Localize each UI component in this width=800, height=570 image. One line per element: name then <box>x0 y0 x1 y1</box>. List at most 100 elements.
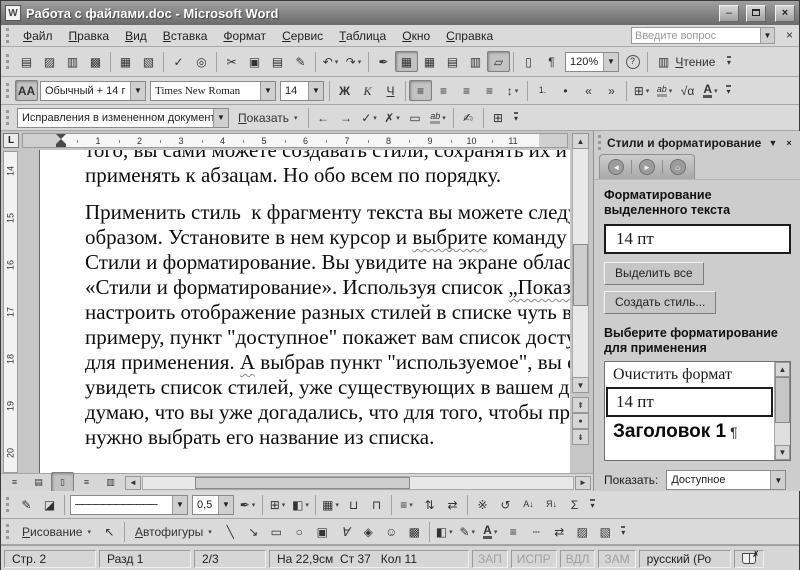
menu-window[interactable]: Окно <box>394 27 438 45</box>
styles-and-formatting-icon[interactable]: АА <box>15 80 38 101</box>
menu-format[interactable]: Формат <box>215 27 274 45</box>
redo-icon[interactable]: ↷▾ <box>342 51 365 72</box>
arrow-style-icon[interactable]: ⇄ <box>548 521 571 542</box>
save-icon[interactable]: ▥ <box>61 51 84 72</box>
next-page-icon[interactable]: ⇟ <box>572 429 589 445</box>
insert-table-icon[interactable]: ▦▾ <box>319 494 342 515</box>
cut-icon[interactable]: ✂ <box>220 51 243 72</box>
task-pane-menu-icon[interactable]: ▼ <box>765 135 781 150</box>
task-pane-close-icon[interactable]: × <box>781 135 797 150</box>
highlight-icon[interactable]: ab▾ <box>427 107 450 128</box>
undo-icon[interactable]: ↶▾ <box>319 51 342 72</box>
tables-and-borders-icon[interactable]: ▦ <box>395 51 418 72</box>
font-combo[interactable]: Times New Roman▼ <box>150 81 276 101</box>
status-mode-overtype[interactable]: ЗАМ <box>598 550 635 568</box>
toolbar-grip[interactable] <box>6 524 11 539</box>
zoom-combo[interactable]: 120%▼ <box>565 52 619 72</box>
line-style-combo[interactable]: ────────────▼ <box>70 495 188 515</box>
select-all-button[interactable]: Выделить все <box>604 262 704 285</box>
reject-change-icon[interactable]: ✗▾ <box>381 107 404 128</box>
numbered-list-icon[interactable]: 1. <box>531 80 554 101</box>
toolbar-grip[interactable] <box>6 28 11 43</box>
paste-icon[interactable]: ▤ <box>266 51 289 72</box>
document-map-icon[interactable]: ▯ <box>517 51 540 72</box>
read-button[interactable]: ▥Чтение <box>651 51 722 72</box>
text-box-icon[interactable]: ▣ <box>311 521 334 542</box>
style-combo-arrow-icon[interactable]: ▼ <box>130 82 145 100</box>
zoom-combo-arrow-icon[interactable]: ▼ <box>603 53 618 71</box>
horizontal-scroll-thumb[interactable] <box>195 477 410 489</box>
underline-icon[interactable]: Ч <box>379 80 402 101</box>
font-combo-arrow-icon[interactable]: ▼ <box>260 82 275 100</box>
line-spacing-icon[interactable]: ↕▾ <box>501 80 524 101</box>
format-painter-icon[interactable]: ✎ <box>289 51 312 72</box>
justify-icon[interactable]: ≡ <box>478 80 501 101</box>
line-color-icon[interactable]: ✎▾ <box>456 521 479 542</box>
decrease-indent-icon[interactable]: « <box>577 80 600 101</box>
format-14pt-option[interactable]: 14 пт <box>606 387 773 417</box>
menu-table[interactable]: Таблица <box>331 27 394 45</box>
forward-icon[interactable]: ► <box>639 159 655 175</box>
cell-alignment-icon[interactable]: ≡▾ <box>395 494 418 515</box>
rectangle-icon[interactable]: ▭ <box>265 521 288 542</box>
close-button[interactable]: × <box>775 5 795 22</box>
print-icon[interactable]: ▦ <box>114 51 137 72</box>
reading-layout-view-icon[interactable]: ▥ <box>99 472 122 493</box>
toolbar-grip[interactable] <box>6 83 11 98</box>
toolbar-options-icon[interactable]: ▾ <box>617 521 630 542</box>
show-combo[interactable]: Доступное ▼ <box>666 470 786 490</box>
autosum-icon[interactable]: Σ <box>563 494 586 515</box>
list-scroll-up-icon[interactable]: ▲ <box>775 362 790 377</box>
research-icon[interactable]: ◎ <box>190 51 213 72</box>
line-style-icon[interactable]: ≡ <box>502 521 525 542</box>
back-icon[interactable]: ◄ <box>608 159 624 175</box>
shading-color-icon[interactable]: ◧▾ <box>289 494 312 515</box>
shadow-style-icon[interactable]: ▨ <box>571 521 594 542</box>
menu-file[interactable]: Файл <box>15 27 61 45</box>
toolbar-options-icon[interactable]: ▾ <box>586 494 599 515</box>
outside-border-icon[interactable]: ⊞▾ <box>266 494 289 515</box>
current-format-box[interactable]: 14 пт <box>604 224 791 254</box>
borders-icon[interactable]: ⊞▾ <box>630 80 653 101</box>
ask-question-arrow-icon[interactable]: ▼ <box>761 27 775 44</box>
restore-button[interactable] <box>746 5 766 22</box>
distribute-columns-icon[interactable]: ⇄ <box>441 494 464 515</box>
track-changes-icon[interactable]: ✍ <box>457 107 480 128</box>
arrow-icon[interactable]: ↘ <box>242 521 265 542</box>
fill-color-icon[interactable]: ◧▾ <box>433 521 456 542</box>
dash-style-icon[interactable]: ┄ <box>525 521 548 542</box>
highlight-icon[interactable]: ab▾ <box>653 80 676 101</box>
eraser-icon[interactable]: ◪ <box>38 494 61 515</box>
status-mode-track-changes[interactable]: ИСПР <box>511 550 557 568</box>
autoshapes-menu-button[interactable]: Автофигуры▾ <box>128 521 219 542</box>
toolbar-options-icon[interactable]: ▾ <box>722 51 735 72</box>
format-clear-option[interactable]: Очистить формат <box>605 362 774 386</box>
oval-icon[interactable]: ○ <box>288 521 311 542</box>
ink-icon[interactable]: ✒ <box>372 51 395 72</box>
normal-view-icon[interactable]: ≡ <box>3 472 26 493</box>
list-scroll-thumb[interactable] <box>775 377 790 423</box>
print-preview-icon[interactable]: ▧ <box>137 51 160 72</box>
copy-icon[interactable]: ▣ <box>243 51 266 72</box>
previous-change-icon[interactable]: ← <box>312 107 335 128</box>
threed-style-icon[interactable]: ▧ <box>594 521 617 542</box>
show-menu-button[interactable]: Показать▾ <box>231 107 305 128</box>
table-autoformat-icon[interactable]: ※ <box>471 494 494 515</box>
equation-icon[interactable]: √α <box>676 80 699 101</box>
menu-tools[interactable]: Сервис <box>274 27 331 45</box>
scroll-up-icon[interactable]: ▲ <box>572 133 589 149</box>
vertical-scroll-track[interactable] <box>572 149 589 377</box>
toolbar-grip[interactable] <box>6 54 11 69</box>
status-mode-record[interactable]: ЗАП <box>472 550 508 568</box>
font-color-icon[interactable]: А▾ <box>699 80 722 101</box>
font-color-icon[interactable]: А▾ <box>479 521 502 542</box>
split-cells-icon[interactable]: ⊓ <box>365 494 388 515</box>
increase-indent-icon[interactable]: » <box>600 80 623 101</box>
insert-comment-icon[interactable]: ▭ <box>404 107 427 128</box>
toolbar-grip[interactable] <box>6 110 11 125</box>
diagram-icon[interactable]: ◈ <box>357 521 380 542</box>
accept-change-icon[interactable]: ✓▾ <box>358 107 381 128</box>
distribute-rows-icon[interactable]: ⇅ <box>418 494 441 515</box>
reviewing-pane-icon[interactable]: ⊞ <box>487 107 510 128</box>
text-direction-icon[interactable]: ↺ <box>494 494 517 515</box>
